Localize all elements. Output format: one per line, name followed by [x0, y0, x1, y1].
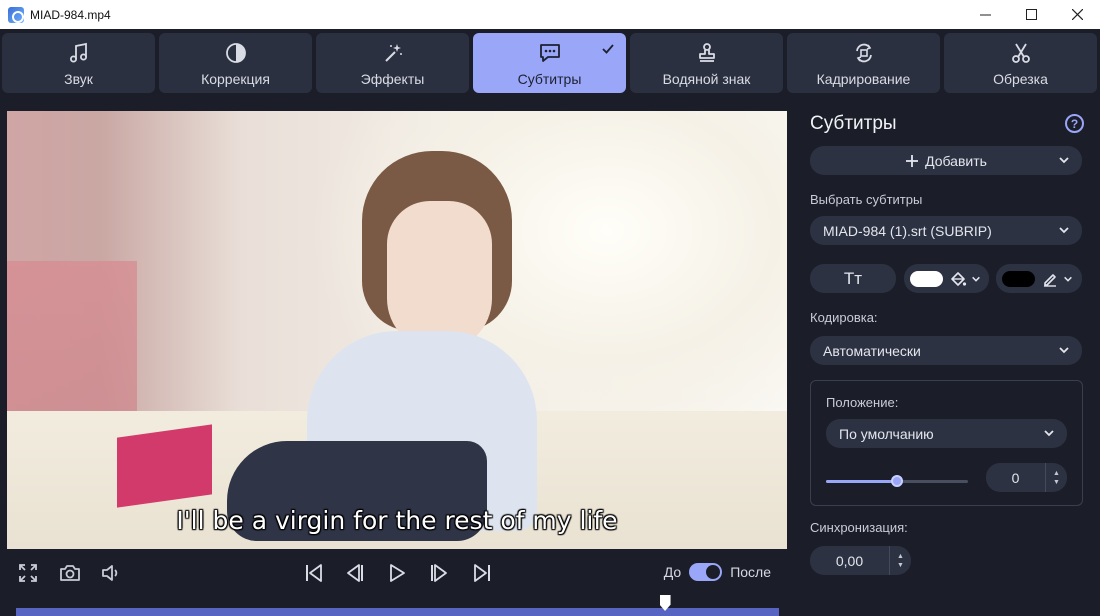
skip-to-start-icon[interactable]: [302, 561, 326, 585]
video-frame-box: [117, 424, 212, 508]
position-slider-fill: [826, 480, 897, 483]
magic-wand-icon: [380, 40, 406, 66]
video-preview[interactable]: I'll be a virgin for the rest of my life: [7, 111, 787, 549]
stamp-icon: [694, 40, 720, 66]
tab-correction[interactable]: Коррекция: [159, 33, 312, 93]
chevron-down-icon: [1044, 430, 1054, 437]
arrow-up-icon[interactable]: ▲: [897, 552, 904, 561]
sync-value: 0,00: [835, 552, 864, 569]
tab-crop[interactable]: Кадрирование: [787, 33, 940, 93]
spinner-arrows[interactable]: ▲ ▼: [889, 546, 911, 575]
scissors-icon: [1008, 40, 1034, 66]
previous-frame-icon[interactable]: [343, 561, 367, 585]
outline-color-picker[interactable]: [996, 264, 1082, 293]
arrow-down-icon[interactable]: ▼: [1053, 478, 1060, 487]
choose-subtitles-label: Выбрать субтитры: [810, 192, 923, 207]
sync-spinner[interactable]: 0,00 ▲ ▼: [810, 546, 911, 575]
tab-subtitles[interactable]: Субтитры: [473, 33, 626, 93]
tab-label: Кадрирование: [816, 71, 911, 87]
arrow-down-icon[interactable]: ▼: [897, 561, 904, 570]
tab-label: Эффекты: [360, 71, 425, 87]
maximize-button[interactable]: [1008, 0, 1054, 29]
minimize-icon: [979, 14, 991, 16]
fullscreen-icon[interactable]: [16, 561, 40, 585]
position-offset-spinner[interactable]: 0 ▲ ▼: [986, 463, 1067, 492]
paint-bucket-icon: [951, 271, 967, 286]
music-note-icon: [66, 40, 92, 66]
tab-sound[interactable]: Звук: [2, 33, 155, 93]
font-icon: Tт: [843, 268, 863, 288]
text-color-picker[interactable]: [904, 264, 989, 293]
plus-icon: [906, 154, 919, 167]
position-slider-handle[interactable]: [891, 475, 903, 487]
tab-watermark[interactable]: Водяной знак: [630, 33, 783, 93]
tab-trim[interactable]: Обрезка: [944, 33, 1097, 93]
add-subtitles-button[interactable]: Добавить: [810, 146, 1082, 175]
close-button[interactable]: [1054, 0, 1100, 29]
chevron-down-icon: [1059, 347, 1069, 354]
subtitle-file-select[interactable]: MIAD-984 (1).srt (SUBRIP): [810, 216, 1082, 245]
after-label: После: [730, 564, 771, 580]
text-color-swatch: [910, 270, 943, 287]
chevron-down-icon: [972, 276, 980, 282]
skip-to-end-icon[interactable]: [470, 561, 494, 585]
app-icon: [8, 6, 24, 23]
encoding-value: Автоматически: [823, 342, 921, 359]
tab-effects[interactable]: Эффекты: [316, 33, 469, 93]
tab-label: Субтитры: [517, 71, 582, 87]
player-controls: До После: [7, 555, 787, 591]
subtitles-panel: Субтитры ? Добавить Выбрать субтитры MIA…: [797, 100, 1100, 616]
maximize-icon: [1025, 9, 1037, 20]
check-icon: [602, 41, 614, 59]
outline-color-swatch: [1002, 270, 1035, 287]
tab-label: Обрезка: [993, 71, 1048, 87]
tab-label: Водяной знак: [662, 71, 751, 87]
position-offset-value: 0: [1011, 469, 1020, 486]
encoding-select[interactable]: Автоматически: [810, 336, 1082, 365]
tool-tabs: Звук Коррекция Эффекты Субтитры Водяной …: [0, 33, 1100, 93]
next-frame-icon[interactable]: [427, 561, 451, 585]
before-label: До: [663, 564, 682, 580]
title-bar: MIAD-984.mp4: [0, 0, 1100, 29]
subtitle-text: I'll be a virgin for the rest of my life: [176, 506, 618, 535]
close-icon: [1071, 9, 1083, 20]
tab-label: Звук: [64, 71, 93, 87]
arrow-up-icon[interactable]: ▲: [1053, 469, 1060, 478]
font-settings-button[interactable]: Tт: [810, 264, 896, 293]
chevron-down-icon: [1064, 276, 1072, 282]
add-label: Добавить: [925, 152, 987, 169]
minimize-button[interactable]: [962, 0, 1008, 29]
chevron-down-icon: [1059, 157, 1069, 164]
panel-title: Субтитры: [810, 113, 897, 134]
contrast-icon: [223, 40, 249, 66]
encoding-label: Кодировка:: [810, 310, 878, 325]
spinner-arrows[interactable]: ▲ ▼: [1045, 463, 1067, 492]
rotate-crop-icon: [851, 40, 877, 66]
before-after-toggle[interactable]: [689, 563, 723, 581]
sync-label: Синхронизация:: [810, 520, 908, 535]
selected-subtitle-file: MIAD-984 (1).srt (SUBRIP): [823, 222, 992, 239]
speech-bubble-icon: [537, 40, 563, 66]
position-value: По умолчанию: [839, 425, 934, 442]
before-after-compare: До После: [664, 563, 771, 581]
position-label: Положение:: [826, 395, 899, 410]
tab-label: Коррекция: [201, 71, 270, 87]
position-select[interactable]: По умолчанию: [826, 419, 1067, 448]
video-frame-face: [387, 201, 492, 351]
chevron-down-icon: [1059, 227, 1069, 234]
volume-icon[interactable]: [99, 561, 123, 585]
window-title: MIAD-984.mp4: [30, 7, 111, 22]
help-icon[interactable]: ?: [1065, 114, 1084, 133]
play-icon[interactable]: [385, 561, 409, 585]
position-group: Положение: По умолчанию 0 ▲ ▼: [810, 380, 1083, 506]
camera-icon[interactable]: [58, 561, 82, 585]
window-controls: [962, 0, 1100, 29]
pen-icon: [1044, 273, 1056, 287]
